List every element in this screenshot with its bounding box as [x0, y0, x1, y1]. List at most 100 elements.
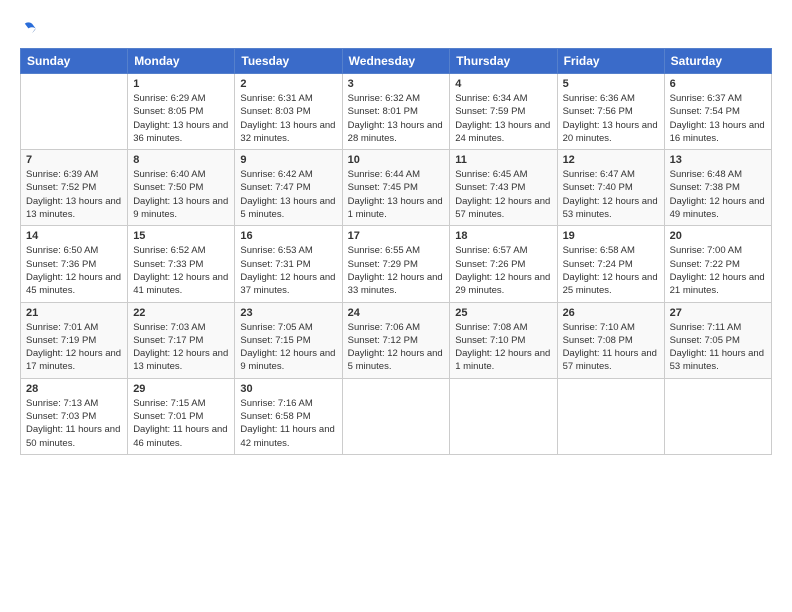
day-number: 11	[455, 154, 551, 166]
day-number: 14	[26, 230, 122, 242]
calendar-cell: 9 Sunrise: 6:42 AMSunset: 7:47 PMDayligh…	[235, 150, 342, 226]
cell-info: Sunrise: 7:03 AMSunset: 7:17 PMDaylight:…	[133, 321, 229, 374]
calendar-cell: 13 Sunrise: 6:48 AMSunset: 7:38 PMDaylig…	[664, 150, 771, 226]
calendar-cell: 1 Sunrise: 6:29 AMSunset: 8:05 PMDayligh…	[128, 74, 235, 150]
calendar-week-2: 14 Sunrise: 6:50 AMSunset: 7:36 PMDaylig…	[21, 226, 772, 302]
cell-info: Sunrise: 6:31 AMSunset: 8:03 PMDaylight:…	[240, 92, 336, 145]
day-number: 25	[455, 307, 551, 319]
day-number: 26	[563, 307, 659, 319]
day-number: 29	[133, 383, 229, 395]
cell-info: Sunrise: 7:00 AMSunset: 7:22 PMDaylight:…	[670, 244, 766, 297]
weekday-thursday: Thursday	[450, 49, 557, 74]
calendar-cell: 30 Sunrise: 7:16 AMSunset: 6:58 PMDaylig…	[235, 378, 342, 454]
calendar-cell: 21 Sunrise: 7:01 AMSunset: 7:19 PMDaylig…	[21, 302, 128, 378]
day-number: 6	[670, 78, 766, 90]
day-number: 10	[348, 154, 445, 166]
day-number: 7	[26, 154, 122, 166]
calendar-cell: 3 Sunrise: 6:32 AMSunset: 8:01 PMDayligh…	[342, 74, 450, 150]
weekday-wednesday: Wednesday	[342, 49, 450, 74]
cell-info: Sunrise: 6:36 AMSunset: 7:56 PMDaylight:…	[563, 92, 659, 145]
calendar-table: SundayMondayTuesdayWednesdayThursdayFrid…	[20, 48, 772, 455]
day-number: 24	[348, 307, 445, 319]
calendar-body: 1 Sunrise: 6:29 AMSunset: 8:05 PMDayligh…	[21, 74, 772, 455]
cell-info: Sunrise: 7:13 AMSunset: 7:03 PMDaylight:…	[26, 397, 122, 450]
cell-info: Sunrise: 6:32 AMSunset: 8:01 PMDaylight:…	[348, 92, 445, 145]
day-number: 28	[26, 383, 122, 395]
cell-info: Sunrise: 7:11 AMSunset: 7:05 PMDaylight:…	[670, 321, 766, 374]
cell-info: Sunrise: 6:45 AMSunset: 7:43 PMDaylight:…	[455, 168, 551, 221]
cell-info: Sunrise: 7:10 AMSunset: 7:08 PMDaylight:…	[563, 321, 659, 374]
cell-info: Sunrise: 6:55 AMSunset: 7:29 PMDaylight:…	[348, 244, 445, 297]
cell-info: Sunrise: 6:37 AMSunset: 7:54 PMDaylight:…	[670, 92, 766, 145]
cell-info: Sunrise: 7:06 AMSunset: 7:12 PMDaylight:…	[348, 321, 445, 374]
day-number: 3	[348, 78, 445, 90]
calendar-cell: 27 Sunrise: 7:11 AMSunset: 7:05 PMDaylig…	[664, 302, 771, 378]
day-number: 22	[133, 307, 229, 319]
page: SundayMondayTuesdayWednesdayThursdayFrid…	[0, 0, 792, 612]
day-number: 20	[670, 230, 766, 242]
calendar-cell: 2 Sunrise: 6:31 AMSunset: 8:03 PMDayligh…	[235, 74, 342, 150]
day-number: 18	[455, 230, 551, 242]
calendar-cell: 24 Sunrise: 7:06 AMSunset: 7:12 PMDaylig…	[342, 302, 450, 378]
cell-info: Sunrise: 6:47 AMSunset: 7:40 PMDaylight:…	[563, 168, 659, 221]
calendar-cell: 14 Sunrise: 6:50 AMSunset: 7:36 PMDaylig…	[21, 226, 128, 302]
calendar-cell: 28 Sunrise: 7:13 AMSunset: 7:03 PMDaylig…	[21, 378, 128, 454]
weekday-friday: Friday	[557, 49, 664, 74]
cell-info: Sunrise: 6:57 AMSunset: 7:26 PMDaylight:…	[455, 244, 551, 297]
cell-info: Sunrise: 6:53 AMSunset: 7:31 PMDaylight:…	[240, 244, 336, 297]
cell-info: Sunrise: 7:15 AMSunset: 7:01 PMDaylight:…	[133, 397, 229, 450]
calendar-cell	[342, 378, 450, 454]
cell-info: Sunrise: 7:01 AMSunset: 7:19 PMDaylight:…	[26, 321, 122, 374]
cell-info: Sunrise: 6:50 AMSunset: 7:36 PMDaylight:…	[26, 244, 122, 297]
cell-info: Sunrise: 6:42 AMSunset: 7:47 PMDaylight:…	[240, 168, 336, 221]
calendar-cell: 11 Sunrise: 6:45 AMSunset: 7:43 PMDaylig…	[450, 150, 557, 226]
weekday-header-row: SundayMondayTuesdayWednesdayThursdayFrid…	[21, 49, 772, 74]
logo-icon	[20, 20, 38, 38]
cell-info: Sunrise: 7:05 AMSunset: 7:15 PMDaylight:…	[240, 321, 336, 374]
calendar-cell	[21, 74, 128, 150]
day-number: 17	[348, 230, 445, 242]
cell-info: Sunrise: 7:08 AMSunset: 7:10 PMDaylight:…	[455, 321, 551, 374]
cell-info: Sunrise: 6:34 AMSunset: 7:59 PMDaylight:…	[455, 92, 551, 145]
cell-info: Sunrise: 6:29 AMSunset: 8:05 PMDaylight:…	[133, 92, 229, 145]
cell-info: Sunrise: 6:58 AMSunset: 7:24 PMDaylight:…	[563, 244, 659, 297]
calendar-cell: 6 Sunrise: 6:37 AMSunset: 7:54 PMDayligh…	[664, 74, 771, 150]
calendar-cell: 7 Sunrise: 6:39 AMSunset: 7:52 PMDayligh…	[21, 150, 128, 226]
day-number: 8	[133, 154, 229, 166]
day-number: 5	[563, 78, 659, 90]
calendar-cell	[557, 378, 664, 454]
calendar-cell: 15 Sunrise: 6:52 AMSunset: 7:33 PMDaylig…	[128, 226, 235, 302]
day-number: 15	[133, 230, 229, 242]
calendar-cell: 17 Sunrise: 6:55 AMSunset: 7:29 PMDaylig…	[342, 226, 450, 302]
day-number: 16	[240, 230, 336, 242]
weekday-sunday: Sunday	[21, 49, 128, 74]
day-number: 12	[563, 154, 659, 166]
calendar-cell: 20 Sunrise: 7:00 AMSunset: 7:22 PMDaylig…	[664, 226, 771, 302]
day-number: 13	[670, 154, 766, 166]
calendar-week-3: 21 Sunrise: 7:01 AMSunset: 7:19 PMDaylig…	[21, 302, 772, 378]
weekday-tuesday: Tuesday	[235, 49, 342, 74]
day-number: 4	[455, 78, 551, 90]
cell-info: Sunrise: 6:52 AMSunset: 7:33 PMDaylight:…	[133, 244, 229, 297]
calendar-cell: 18 Sunrise: 6:57 AMSunset: 7:26 PMDaylig…	[450, 226, 557, 302]
calendar-cell: 12 Sunrise: 6:47 AMSunset: 7:40 PMDaylig…	[557, 150, 664, 226]
cell-info: Sunrise: 6:44 AMSunset: 7:45 PMDaylight:…	[348, 168, 445, 221]
day-number: 2	[240, 78, 336, 90]
cell-info: Sunrise: 7:16 AMSunset: 6:58 PMDaylight:…	[240, 397, 336, 450]
calendar-cell: 25 Sunrise: 7:08 AMSunset: 7:10 PMDaylig…	[450, 302, 557, 378]
calendar-cell: 26 Sunrise: 7:10 AMSunset: 7:08 PMDaylig…	[557, 302, 664, 378]
calendar-cell: 16 Sunrise: 6:53 AMSunset: 7:31 PMDaylig…	[235, 226, 342, 302]
day-number: 30	[240, 383, 336, 395]
cell-info: Sunrise: 6:40 AMSunset: 7:50 PMDaylight:…	[133, 168, 229, 221]
day-number: 27	[670, 307, 766, 319]
logo	[20, 20, 40, 38]
calendar-week-4: 28 Sunrise: 7:13 AMSunset: 7:03 PMDaylig…	[21, 378, 772, 454]
calendar-week-1: 7 Sunrise: 6:39 AMSunset: 7:52 PMDayligh…	[21, 150, 772, 226]
day-number: 21	[26, 307, 122, 319]
calendar-cell: 10 Sunrise: 6:44 AMSunset: 7:45 PMDaylig…	[342, 150, 450, 226]
calendar-cell	[664, 378, 771, 454]
calendar-cell	[450, 378, 557, 454]
cell-info: Sunrise: 6:39 AMSunset: 7:52 PMDaylight:…	[26, 168, 122, 221]
calendar-cell: 22 Sunrise: 7:03 AMSunset: 7:17 PMDaylig…	[128, 302, 235, 378]
day-number: 9	[240, 154, 336, 166]
